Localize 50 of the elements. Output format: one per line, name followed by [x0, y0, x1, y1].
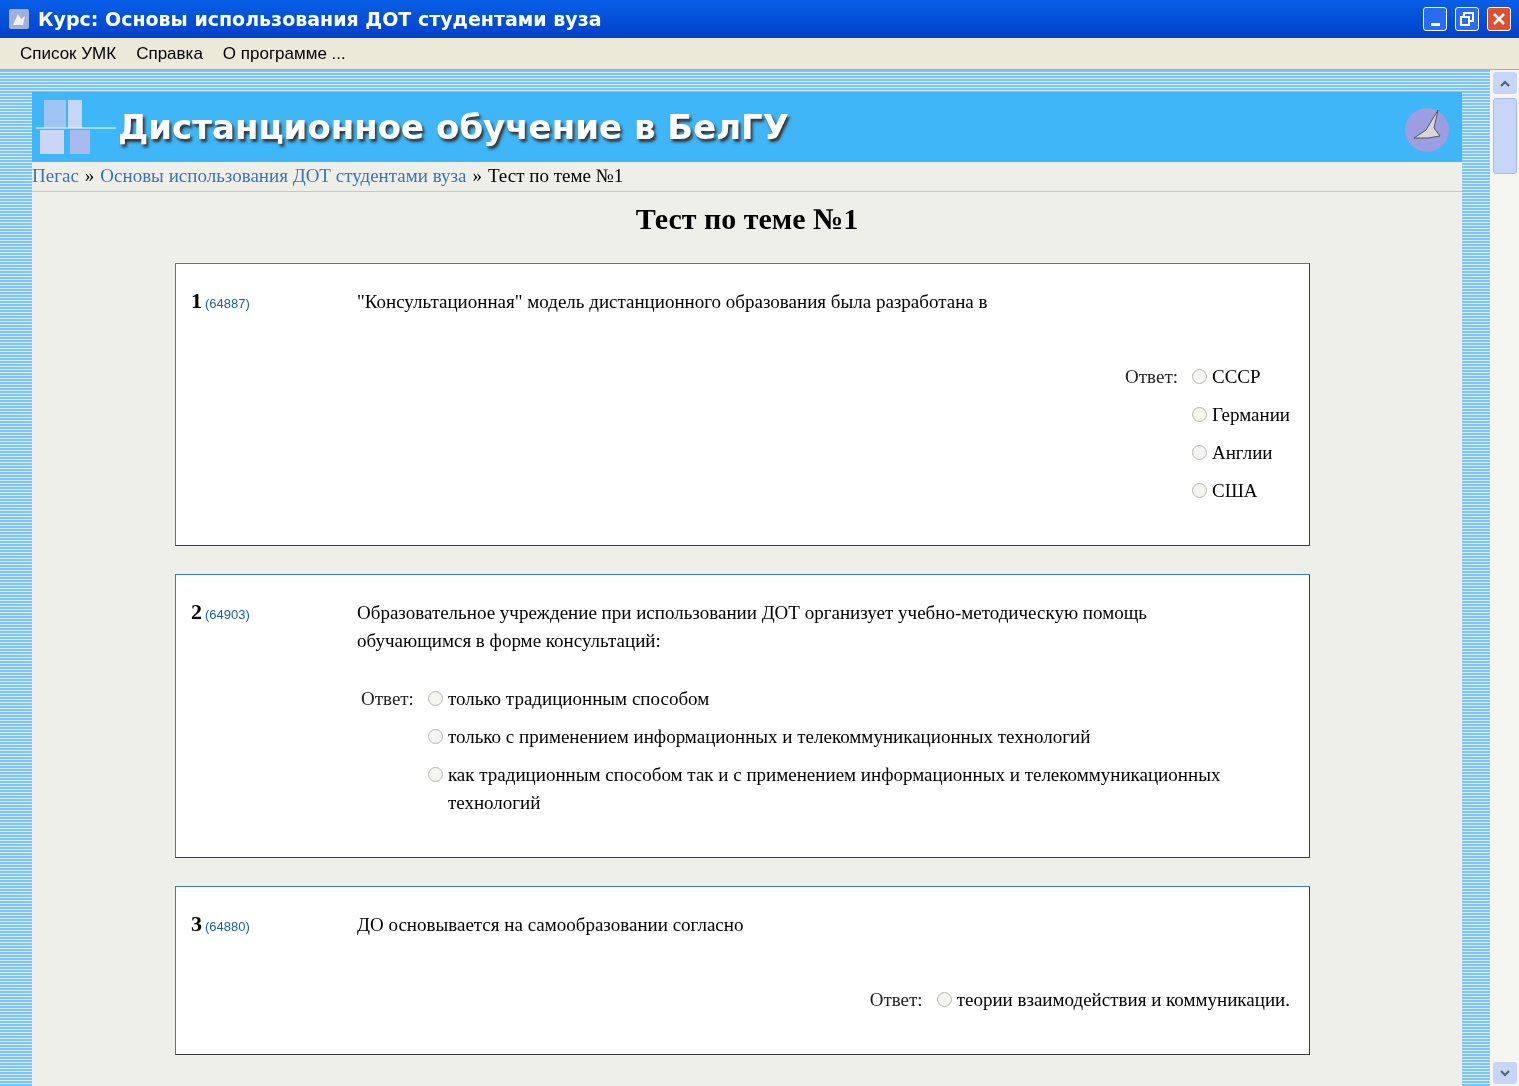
scroll-up-button[interactable] [1492, 72, 1517, 94]
radio-button[interactable] [1192, 483, 1207, 498]
breadcrumb-separator: » [84, 164, 95, 189]
scroll-thumb[interactable] [1492, 98, 1517, 174]
radio-button[interactable] [936, 992, 952, 1007]
radio-button[interactable] [1192, 445, 1207, 460]
menu-item[interactable]: Список УМК [10, 40, 127, 67]
question-id-link[interactable]: (64880) [205, 917, 250, 937]
answer-option: США [1212, 477, 1258, 505]
breadcrumb-separator: » [472, 164, 482, 189]
question-text: ДО основывается на самообразовании согласно [357, 913, 745, 937]
answer-option: Англии [1212, 439, 1273, 467]
question-text: "Консультационная" модель дистанционного образования была разработана в [357, 290, 989, 314]
window-title: Курс: Основы использования ДОТ студентами вуза [38, 6, 603, 32]
close-icon [1492, 12, 1506, 26]
question-number: 2 [191, 598, 202, 626]
app-icon [8, 8, 30, 30]
question-number: 3 [191, 910, 202, 938]
answer-option: теории взаимодействия и коммуникации. [956, 986, 1290, 1014]
radio-button[interactable] [1192, 407, 1207, 422]
radio-button[interactable] [427, 729, 443, 744]
breadcrumb-link[interactable]: Пегас [32, 162, 79, 191]
radio-button[interactable] [427, 767, 443, 782]
page-heading: Тест по теме №1 [634, 201, 860, 237]
restore-icon [1460, 12, 1474, 26]
question-id-link[interactable]: (64887) [205, 294, 250, 314]
answer-label: Ответ: [869, 988, 923, 1012]
question-text: Образовательное учреждение при использовании ДОТ организует учебно-методическую помощь обучающимся в форме консультаций: [357, 601, 1148, 653]
question-number: 1 [191, 287, 202, 315]
question-id-link[interactable]: (64903) [205, 605, 250, 625]
answer-option: Германии [1212, 401, 1290, 429]
close-button[interactable] [1487, 7, 1511, 31]
chevron-down-icon [1499, 1069, 1510, 1077]
radio-button[interactable] [427, 691, 443, 706]
answer-option: только традиционным способом [447, 685, 710, 713]
answer-label: Ответ: [1125, 365, 1178, 389]
banner-title: Дистанционное обучение в БелГУ [118, 105, 789, 149]
menu-item[interactable]: О программе ... [212, 40, 356, 67]
chevron-up-icon [1499, 79, 1510, 87]
answer-label: Ответ: [361, 687, 414, 711]
answer-option: как традиционным способом так и с применением информационных и телекоммуникационных технологий [447, 761, 1268, 817]
menu-item[interactable]: Справка [126, 40, 213, 67]
radio-button[interactable] [1192, 369, 1207, 384]
minimize-button[interactable] [1423, 7, 1447, 31]
scroll-down-button[interactable] [1492, 1062, 1517, 1084]
breadcrumb-link[interactable]: Основы использования ДОТ студентами вуза [100, 162, 467, 191]
restore-button[interactable] [1455, 7, 1479, 31]
answer-option: СССР [1212, 363, 1261, 391]
answer-option: только с применением информационных и телекоммуникационных технологий [447, 723, 1091, 751]
breadcrumb-current: Тест по теме №1 [487, 164, 624, 189]
